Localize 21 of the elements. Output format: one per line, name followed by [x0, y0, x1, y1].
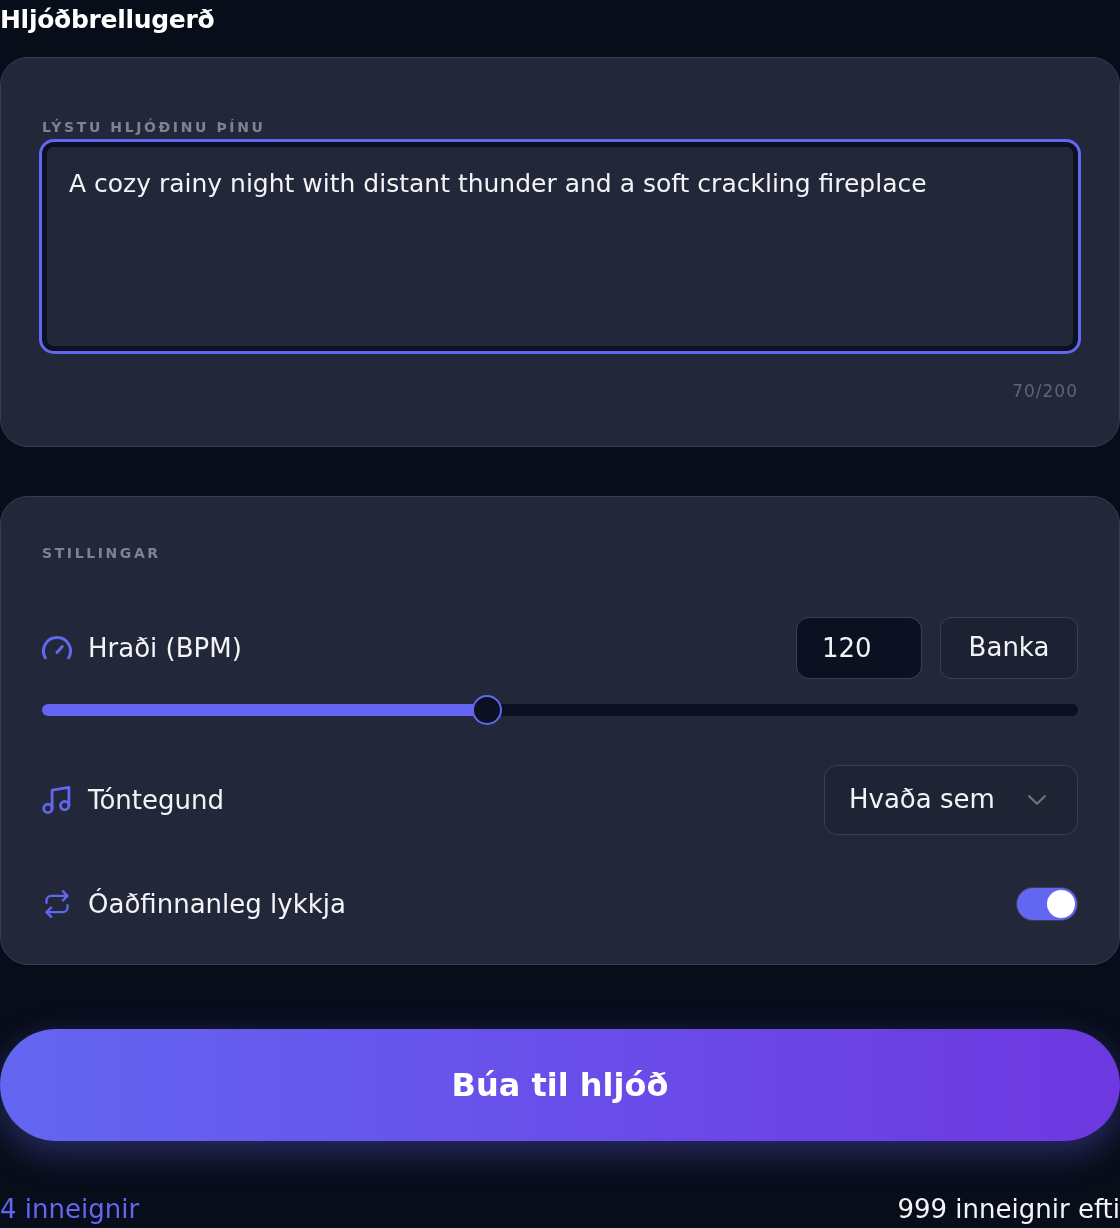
- character-counter: 70/200: [1012, 381, 1078, 401]
- tempo-slider[interactable]: [42, 695, 1078, 725]
- loop-toggle[interactable]: [1016, 887, 1078, 921]
- tap-button[interactable]: Banka: [940, 617, 1078, 679]
- bpm-input[interactable]: 120: [796, 617, 922, 679]
- loop-label: Óaðfinnanleg lykkja: [88, 888, 346, 920]
- chevron-down-icon: [1028, 795, 1046, 805]
- settings-heading: STILLINGAR: [42, 545, 161, 561]
- prompt-field[interactable]: A cozy rainy night with distant thunder and a soft crackling fireplace: [42, 142, 1078, 351]
- slider-thumb[interactable]: [472, 695, 503, 725]
- credits-remaining: 999 inneignir efti: [897, 1194, 1120, 1224]
- repeat-icon: [42, 890, 72, 918]
- music-note-icon: [42, 786, 72, 814]
- gauge-icon: [42, 634, 72, 662]
- key-label: Tóntegund: [88, 784, 224, 816]
- generate-button[interactable]: Búa til hljóð: [0, 1029, 1120, 1141]
- prompt-label: LÝSTU HLJÓÐINU ÞÍNU: [42, 119, 266, 135]
- credits-used: 4 inneignir: [0, 1194, 140, 1224]
- app-title: Hljóðbrellugerð: [0, 4, 215, 36]
- tempo-label: Hraði (BPM): [88, 632, 242, 664]
- key-dropdown[interactable]: Hvaða sem: [824, 765, 1078, 835]
